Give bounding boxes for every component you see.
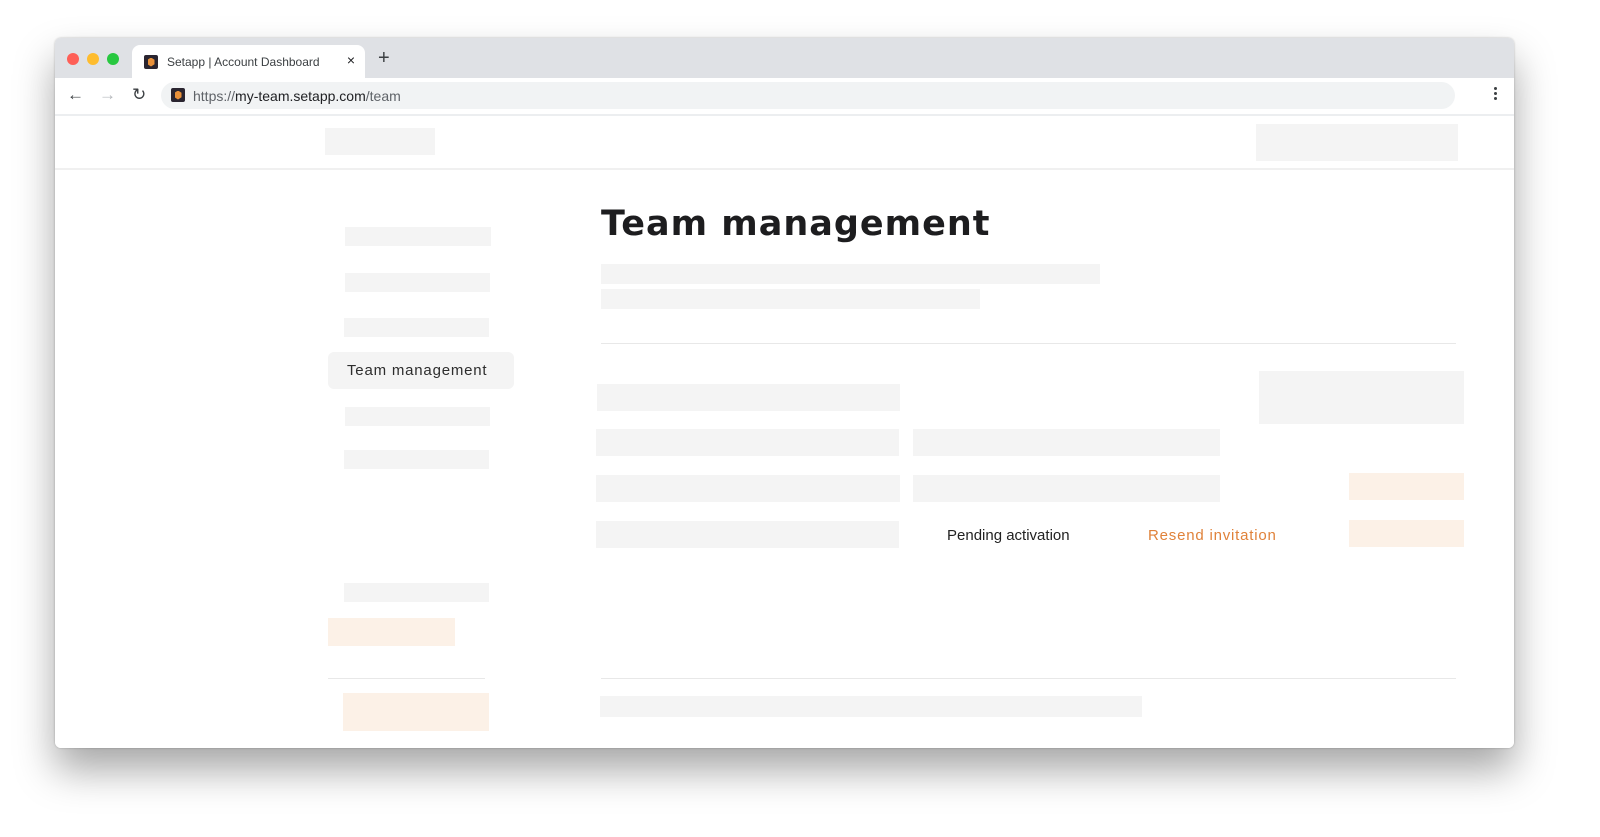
sidebar-item[interactable] bbox=[344, 583, 489, 602]
description-placeholder bbox=[601, 289, 980, 309]
url-scheme: https:// bbox=[193, 88, 236, 104]
footer-text-placeholder bbox=[600, 696, 1142, 717]
tab-strip: Setapp | Account Dashboard × + bbox=[55, 38, 1514, 78]
logo-placeholder bbox=[325, 128, 435, 155]
url-text[interactable]: https://my-team.setapp.com/team bbox=[193, 88, 401, 104]
member-cell bbox=[597, 384, 900, 411]
resend-invitation-link[interactable]: Resend invitation bbox=[1148, 527, 1277, 544]
setapp-logo-icon bbox=[171, 88, 185, 102]
browser-toolbar: ← → ↻ https://my-team.setapp.com/team bbox=[55, 78, 1514, 116]
member-cell bbox=[913, 429, 1220, 456]
minimize-window-button[interactable] bbox=[87, 53, 99, 65]
status-badge: Pending activation bbox=[947, 527, 1070, 544]
section-divider bbox=[601, 678, 1456, 679]
member-cell bbox=[596, 521, 899, 548]
sidebar-item[interactable] bbox=[344, 318, 489, 337]
kebab-menu-icon[interactable] bbox=[1494, 87, 1498, 102]
sidebar-accent-button[interactable] bbox=[343, 693, 489, 731]
sidebar-divider bbox=[328, 678, 485, 679]
sidebar-item[interactable] bbox=[345, 273, 490, 292]
reload-icon[interactable]: ↻ bbox=[132, 85, 146, 105]
sidebar-item[interactable] bbox=[345, 227, 491, 246]
member-cell bbox=[596, 429, 899, 456]
sidebar-item-label: Team management bbox=[347, 362, 488, 379]
new-tab-button[interactable]: + bbox=[378, 48, 390, 68]
url-path: /team bbox=[365, 88, 401, 104]
invite-button-placeholder[interactable] bbox=[1259, 371, 1464, 424]
sidebar-item[interactable] bbox=[344, 450, 489, 469]
setapp-logo-icon bbox=[144, 55, 158, 69]
maximize-window-button[interactable] bbox=[107, 53, 119, 65]
close-window-button[interactable] bbox=[67, 53, 79, 65]
browser-tab[interactable]: Setapp | Account Dashboard × bbox=[132, 45, 365, 78]
account-button-placeholder[interactable] bbox=[1256, 124, 1458, 161]
tab-title: Setapp | Account Dashboard bbox=[167, 55, 320, 69]
back-arrow-icon[interactable]: ← bbox=[67, 85, 84, 105]
browser-window: Setapp | Account Dashboard × + ← → ↻ htt… bbox=[55, 38, 1514, 748]
page-title: Team management bbox=[601, 204, 991, 244]
forward-arrow-icon[interactable]: → bbox=[99, 85, 116, 105]
member-action-button[interactable] bbox=[1349, 520, 1464, 547]
sidebar-item[interactable] bbox=[345, 407, 490, 426]
description-placeholder bbox=[601, 264, 1100, 284]
member-cell bbox=[596, 475, 900, 502]
member-action-button[interactable] bbox=[1349, 473, 1464, 500]
url-host: my-team.setapp.com bbox=[235, 88, 366, 104]
close-icon[interactable]: × bbox=[347, 52, 355, 68]
member-cell bbox=[913, 475, 1220, 502]
sidebar-item-team-management[interactable]: Team management bbox=[328, 352, 514, 389]
section-divider bbox=[601, 343, 1456, 344]
header-divider bbox=[55, 168, 1514, 170]
page-content: Team management Team management Pending … bbox=[55, 116, 1514, 748]
sidebar-accent-button[interactable] bbox=[328, 618, 455, 646]
address-bar[interactable]: https://my-team.setapp.com/team bbox=[161, 82, 1455, 109]
